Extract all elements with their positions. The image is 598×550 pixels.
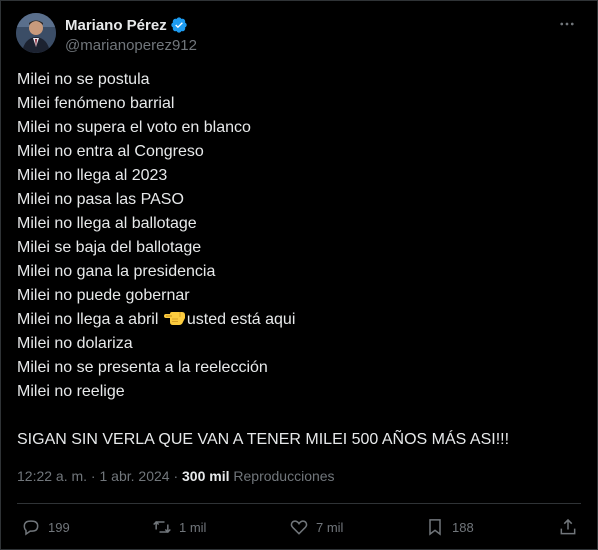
divider (17, 503, 581, 504)
display-name-row: Mariano Pérez (65, 15, 197, 35)
tweet-line-abril-before: Milei no llega a abril (17, 311, 163, 328)
reply-icon (21, 517, 41, 537)
tweet-line: Milei no puede gobernar (17, 287, 190, 304)
avatar[interactable] (16, 13, 56, 53)
display-name[interactable]: Mariano Pérez (65, 17, 167, 34)
verified-badge-icon[interactable] (170, 16, 188, 34)
tweet-line: Milei se baja del ballotage (17, 239, 202, 256)
line-spacer (17, 404, 577, 428)
tweet-line: Milei no entra al Congreso (17, 143, 204, 160)
author-handle[interactable]: @marianoperez912 (65, 37, 197, 54)
bookmark-count: 188 (452, 519, 474, 535)
tweet-line: Milei no llega al 2023 (17, 167, 168, 184)
like-count: 7 mil (316, 519, 344, 535)
tweet-date[interactable]: 1 abr. 2024 (100, 468, 170, 484)
author-names: Mariano Pérez @marianoperez912 (65, 15, 197, 55)
reply-button[interactable]: 199 (21, 513, 70, 541)
tweet-card: Mariano Pérez @marianoperez912 Milei no … (0, 0, 598, 550)
tweet-line: Milei no reelige (17, 383, 125, 400)
tweet-line: Milei no gana la presidencia (17, 263, 216, 280)
tweet-header: Mariano Pérez @marianoperez912 (16, 13, 582, 55)
tweet-text: Milei no se postula Milei fenómeno barri… (17, 68, 577, 452)
repost-button[interactable]: 1 mil (152, 513, 206, 541)
tweet-line: Milei fenómeno barrial (17, 95, 175, 112)
tweet-line: Milei no llega al ballotage (17, 215, 197, 232)
tweet-time[interactable]: 12:22 a. m. (17, 468, 87, 484)
tweet-line-abril: Milei no llega a abril usted está aqui (17, 308, 577, 332)
repost-count: 1 mil (179, 519, 207, 535)
tweet-line: Milei no se presenta a la reelección (17, 359, 268, 376)
more-icon[interactable] (556, 15, 578, 33)
share-button[interactable] (558, 513, 578, 541)
tweet-meta: 12:22 a. m. · 1 abr. 2024 · 300 mil Repr… (17, 468, 335, 484)
views-label: Reproducciones (229, 468, 335, 484)
action-bar: 199 1 mil 7 mil 188 (1, 513, 597, 541)
tweet-line: Milei no se postula (17, 71, 150, 88)
bookmark-icon (425, 517, 445, 537)
reply-count: 199 (48, 519, 70, 535)
like-button[interactable]: 7 mil (289, 513, 343, 541)
backhand-index-pointing-left-icon (163, 309, 186, 335)
tweet-line: Milei no supera el voto en blanco (17, 119, 251, 136)
heart-icon (289, 517, 309, 537)
meta-separator: · (169, 468, 183, 484)
tweet-closing-line: SIGAN SIN VERLA QUE VAN A TENER MILEI 50… (17, 431, 510, 448)
repost-icon (152, 517, 172, 537)
tweet-line-abril-after: usted está aqui (186, 311, 296, 328)
bookmark-button[interactable]: 188 (425, 513, 474, 541)
tweet-line: Milei no pasa las PASO (17, 191, 184, 208)
share-icon (558, 517, 578, 537)
meta-separator: · (87, 468, 100, 484)
tweet-line: Milei no dolariza (17, 335, 133, 352)
views-count: 300 mil (182, 468, 230, 484)
